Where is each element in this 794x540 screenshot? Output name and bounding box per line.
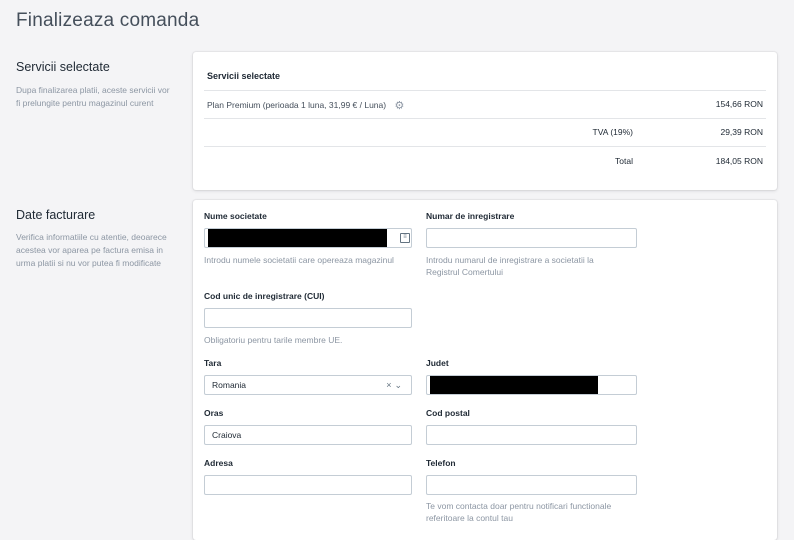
service-label: Plan Premium (perioada 1 luna, 31,99 € /…	[207, 100, 387, 110]
redacted-block	[208, 229, 387, 247]
reg-number-help: Introdu numarul de inregistrare a societ…	[426, 255, 594, 277]
billing-section-description: Verifica informatiile cu atentie, deoare…	[16, 232, 167, 268]
cui-label: Cod unic de inregistrare (CUI)	[204, 291, 325, 301]
billing-card: Nume societate ≡ Introdu numele societat…	[193, 200, 777, 540]
country-select[interactable]: Romania ×⌄	[204, 375, 412, 395]
phone-help: Te vom contacta doar pentru notificari f…	[426, 501, 612, 523]
redacted-block	[430, 376, 598, 394]
cui-help: Obligatoriu pentru tarile membre UE.	[204, 335, 343, 345]
phone-label: Telefon	[426, 458, 456, 468]
vat-amount: 29,39 RON	[720, 127, 763, 137]
total-amount: 184,05 RON	[715, 156, 763, 166]
phone-input[interactable]	[426, 475, 637, 495]
country-label: Tara	[204, 358, 222, 368]
services-card-header: Servicii selectate	[207, 71, 281, 81]
vat-label: TVA (19%)	[592, 127, 633, 137]
country-value: Romania	[212, 380, 247, 390]
billing-section-title: Date facturare	[16, 208, 96, 222]
services-card: Servicii selectate Plan Premium (perioad…	[193, 52, 777, 190]
company-help: Introdu numele societatii care opereaza …	[204, 255, 394, 265]
postal-code-input[interactable]	[426, 425, 637, 445]
service-amount: 154,66 RON	[715, 99, 763, 109]
page-title: Finalizeaza comanda	[16, 10, 200, 31]
reg-number-label: Numar de inregistrare	[426, 211, 515, 221]
gear-icon[interactable]: ⚙	[394, 99, 404, 112]
contact-card-icon[interactable]: ≡	[400, 233, 410, 243]
city-input[interactable]: Craiova	[204, 425, 412, 445]
service-row: Plan Premium (perioada 1 luna, 31,99 € /…	[207, 99, 763, 112]
county-label: Judet	[426, 358, 449, 368]
services-section-description: Dupa finalizarea platii, aceste servicii…	[16, 85, 170, 108]
services-section-title: Servicii selectate	[16, 60, 110, 74]
divider	[204, 118, 766, 119]
total-label: Total	[615, 156, 633, 166]
divider	[204, 146, 766, 147]
cui-input[interactable]	[204, 308, 412, 328]
chevron-down-icon[interactable]: ⌄	[394, 380, 405, 390]
reg-number-input[interactable]	[426, 228, 637, 248]
company-label: Nume societate	[204, 211, 267, 221]
city-label: Oras	[204, 408, 224, 418]
postal-code-label: Cod postal	[426, 408, 470, 418]
address-label: Adresa	[204, 458, 233, 468]
divider	[204, 90, 766, 91]
address-input[interactable]	[204, 475, 412, 495]
